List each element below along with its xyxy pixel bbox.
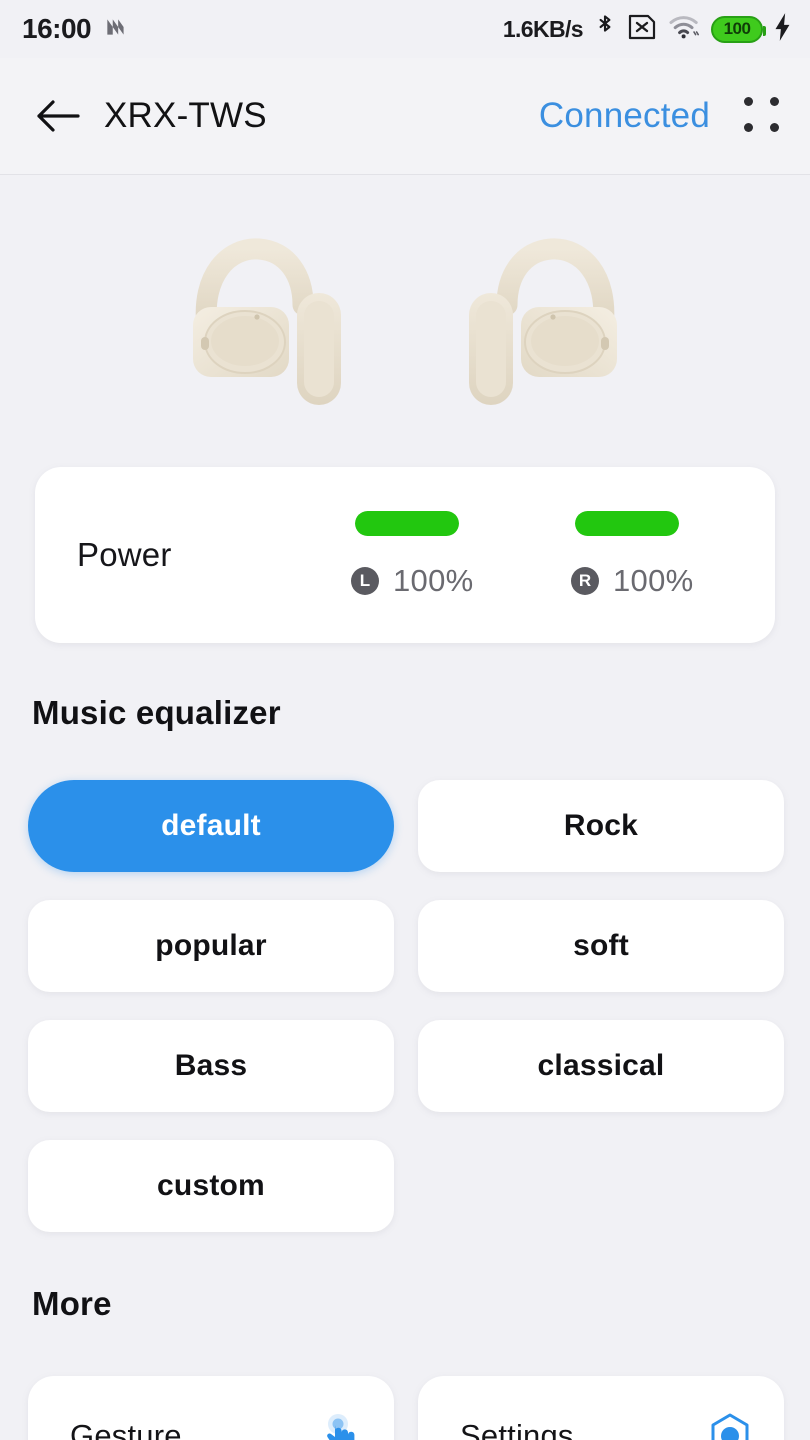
right-battery-percent: 100% bbox=[613, 563, 694, 598]
right-bud-battery: R 100% bbox=[571, 511, 743, 599]
battery-level-text: 100 bbox=[723, 19, 751, 38]
status-bar-right: 1.6KB/s 100 bbox=[503, 12, 792, 47]
bluetooth-icon bbox=[594, 12, 616, 47]
wifi-icon bbox=[668, 14, 700, 45]
right-battery-track bbox=[575, 511, 679, 536]
page-title: XRX-TWS bbox=[104, 96, 267, 135]
sim-card-disabled-icon bbox=[627, 13, 657, 46]
status-bar-left: 16:00 bbox=[22, 13, 129, 45]
gesture-card[interactable]: Gesture bbox=[28, 1376, 394, 1440]
right-side-badge: R bbox=[571, 567, 599, 595]
nfc-icon bbox=[103, 14, 129, 45]
app-bar: XRX-TWS Connected bbox=[0, 58, 810, 175]
right-battery-fill bbox=[575, 511, 679, 536]
more-section-title: More bbox=[32, 1285, 112, 1322]
grid-menu-icon[interactable] bbox=[740, 93, 786, 139]
back-button[interactable] bbox=[34, 92, 82, 140]
status-time: 16:00 bbox=[22, 13, 92, 44]
gesture-label: Gesture bbox=[70, 1418, 182, 1440]
menu-dot bbox=[769, 122, 779, 132]
eq-option-soft[interactable]: soft bbox=[418, 900, 784, 992]
status-bar: 16:00 1.6KB/s 100 bbox=[0, 0, 810, 58]
eq-option-rock[interactable]: Rock bbox=[418, 780, 784, 872]
left-battery-fill bbox=[355, 511, 459, 536]
left-battery-percent: 100% bbox=[393, 563, 474, 598]
back-arrow-icon bbox=[37, 100, 80, 132]
equalizer-options-grid: default Rock popular soft Bass classical custo… bbox=[28, 780, 784, 1232]
settings-label: Settings bbox=[460, 1418, 574, 1440]
eq-option-classical[interactable]: classical bbox=[418, 1020, 784, 1112]
eq-option-bass[interactable]: Bass bbox=[28, 1020, 394, 1112]
power-meters: L 100% R 100% bbox=[351, 511, 745, 599]
right-earbud-image bbox=[453, 231, 629, 411]
eq-option-popular[interactable]: popular bbox=[28, 900, 394, 992]
hexagon-settings-icon bbox=[706, 1412, 754, 1440]
settings-card[interactable]: Settings bbox=[418, 1376, 784, 1440]
phone-screen: 16:00 1.6KB/s 100 XRX-TWS Connected Powe… bbox=[0, 0, 810, 1440]
power-label: Power bbox=[77, 536, 172, 573]
equalizer-section-title: Music equalizer bbox=[32, 694, 281, 731]
left-battery-row: L 100% bbox=[351, 563, 474, 599]
menu-dot bbox=[744, 97, 753, 106]
power-card: Power L 100% R 100% bbox=[35, 467, 775, 643]
left-bud-battery: L 100% bbox=[351, 511, 523, 599]
tap-gesture-icon bbox=[316, 1412, 364, 1440]
charging-bolt-icon bbox=[774, 12, 792, 47]
left-side-badge: L bbox=[351, 567, 379, 595]
network-speed-text: 1.6KB/s bbox=[502, 15, 584, 42]
eq-option-custom[interactable]: custom bbox=[28, 1140, 394, 1232]
menu-dot bbox=[744, 122, 753, 132]
battery-indicator: 100 bbox=[711, 15, 766, 43]
left-earbud-image bbox=[181, 231, 357, 411]
eq-option-default[interactable]: default bbox=[28, 780, 394, 872]
left-battery-track bbox=[355, 511, 459, 536]
earbuds-hero bbox=[0, 176, 810, 466]
menu-dot bbox=[769, 97, 779, 106]
right-battery-row: R 100% bbox=[571, 563, 694, 599]
connection-status-text: Connected bbox=[538, 96, 710, 135]
more-options-grid: Gesture Settings bbox=[28, 1376, 784, 1440]
